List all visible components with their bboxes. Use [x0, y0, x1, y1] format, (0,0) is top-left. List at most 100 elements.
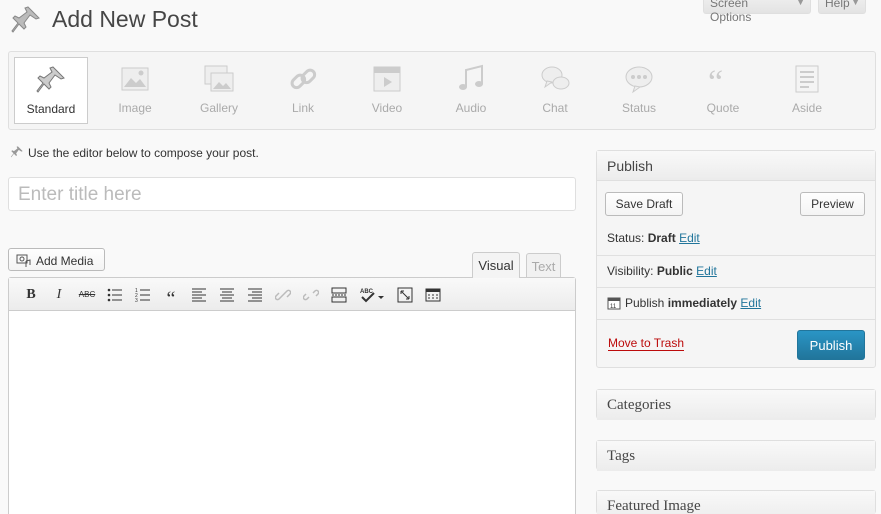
categories-box[interactable]: Categories: [596, 389, 876, 420]
divider: [597, 319, 875, 320]
status-row: Status: Draft Edit: [607, 231, 700, 245]
strikethrough-button[interactable]: ABC: [77, 285, 97, 305]
pushpin-icon: [10, 146, 23, 158]
numbered-list-button[interactable]: 123: [133, 285, 153, 305]
format-label: Standard: [26, 102, 76, 116]
bold-button[interactable]: B: [21, 285, 41, 305]
publish-box-title[interactable]: Publish: [597, 151, 875, 181]
status-label: Status:: [607, 231, 645, 245]
fullscreen-button[interactable]: [395, 285, 415, 305]
svg-text:11: 11: [610, 304, 617, 310]
more-tag-icon: [331, 287, 347, 303]
calendar-icon: 11: [607, 297, 621, 310]
svg-text:“: “: [708, 64, 723, 95]
format-link[interactable]: Link: [266, 57, 340, 124]
format-label: Chat: [542, 101, 568, 115]
divider: [597, 287, 875, 288]
pushpin-icon: [36, 66, 65, 93]
format-standard[interactable]: Standard: [14, 57, 88, 124]
fullscreen-icon: [397, 287, 413, 303]
page-title: Add New Post: [52, 6, 198, 32]
insert-link-button[interactable]: [273, 285, 293, 305]
preview-button[interactable]: Preview: [800, 192, 865, 216]
screen-options-button[interactable]: Screen Options ▼: [703, 0, 811, 24]
help-button[interactable]: Help ▼: [818, 0, 866, 14]
format-label: Quote: [706, 101, 740, 115]
edit-visibility-link[interactable]: Edit: [696, 264, 717, 278]
spellcheck-icon: ABC: [360, 289, 384, 303]
edit-status-link[interactable]: Edit: [679, 231, 700, 245]
align-right-button[interactable]: [245, 285, 265, 305]
tags-box[interactable]: Tags: [596, 440, 876, 471]
svg-text:3: 3: [135, 298, 138, 303]
format-aside[interactable]: Aside: [770, 57, 844, 124]
schedule-row: 11 Publish immediately Edit: [607, 296, 761, 310]
numbered-list-icon: 123: [135, 288, 150, 304]
format-video[interactable]: Video: [350, 57, 424, 124]
featured-image-box[interactable]: Featured Image: [596, 490, 876, 514]
align-left-button[interactable]: [189, 285, 209, 305]
format-label: Image: [118, 101, 152, 115]
audio-icon: [459, 64, 483, 90]
screen-options-label: Screen Options: [710, 0, 752, 24]
link-icon: [290, 68, 317, 90]
tags-title: Tags: [597, 441, 875, 471]
format-status[interactable]: Status: [602, 57, 676, 124]
toolbar-toggle-button[interactable]: [423, 285, 443, 305]
format-chat[interactable]: Chat: [518, 57, 592, 124]
blockquote-button[interactable]: “: [161, 285, 181, 310]
align-center-icon: [220, 288, 234, 302]
italic-button[interactable]: I: [49, 285, 69, 305]
status-icon: [625, 66, 653, 94]
status-value: Draft: [647, 231, 676, 245]
edit-schedule-link[interactable]: Edit: [740, 296, 761, 310]
bullet-list-button[interactable]: [105, 285, 125, 305]
format-label: Gallery: [199, 101, 238, 115]
format-audio[interactable]: Audio: [434, 57, 508, 124]
chat-icon: [541, 66, 570, 90]
gallery-icon: [204, 65, 234, 92]
help-label: Help: [825, 0, 850, 10]
pushpin-icon: [11, 6, 40, 33]
kitchen-sink-icon: [425, 288, 441, 302]
caret-down-icon: ▼: [851, 0, 860, 7]
visibility-value: Public: [656, 264, 693, 278]
publish-button[interactable]: Publish: [797, 330, 865, 360]
editor-toolbar: B I ABC 123 “ ABC: [9, 278, 575, 311]
publish-box: Publish Save Draft Preview Status: Draft…: [596, 150, 876, 368]
spellcheck-button[interactable]: ABC: [357, 285, 387, 305]
format-image[interactable]: Image: [98, 57, 172, 124]
format-label: Link: [291, 101, 314, 115]
format-gallery[interactable]: Gallery: [182, 57, 256, 124]
align-center-button[interactable]: [217, 285, 237, 305]
bullet-list-icon: [107, 288, 122, 302]
divider: [597, 255, 875, 256]
image-icon: [121, 67, 149, 91]
visibility-label: Visibility:: [607, 264, 654, 278]
unlink-icon: [302, 289, 320, 301]
post-editor[interactable]: B I ABC 123 “ ABC: [8, 277, 576, 514]
move-to-trash-link[interactable]: Move to Trash: [608, 336, 685, 351]
save-draft-button[interactable]: Save Draft: [605, 192, 683, 216]
categories-title: Categories: [597, 390, 875, 420]
align-right-icon: [248, 288, 262, 302]
format-label: Video: [371, 101, 403, 115]
tab-visual[interactable]: Visual: [472, 252, 520, 278]
post-title-input[interactable]: Enter title here: [8, 177, 576, 211]
post-format-bar: Standard Image Gallery Link Video Audio …: [8, 51, 876, 130]
format-notice: Use the editor below to compose your pos…: [10, 145, 259, 160]
more-tag-button[interactable]: [329, 285, 349, 305]
format-label: Aside: [791, 101, 823, 115]
add-media-button[interactable]: Add Media: [8, 248, 105, 271]
format-quote[interactable]: “ Quote: [686, 57, 760, 124]
caret-down-icon: ▼: [796, 0, 805, 7]
visibility-row: Visibility: Public Edit: [607, 264, 717, 278]
tab-text[interactable]: Text: [526, 253, 561, 277]
quote-icon: “: [708, 64, 723, 95]
format-label: Audio: [455, 101, 487, 115]
notice-text: Use the editor below to compose your pos…: [28, 146, 259, 160]
publish-label: Publish: [625, 296, 665, 310]
unlink-button[interactable]: [301, 285, 321, 305]
aside-icon: [795, 65, 819, 93]
publish-value: immediately: [667, 296, 738, 310]
